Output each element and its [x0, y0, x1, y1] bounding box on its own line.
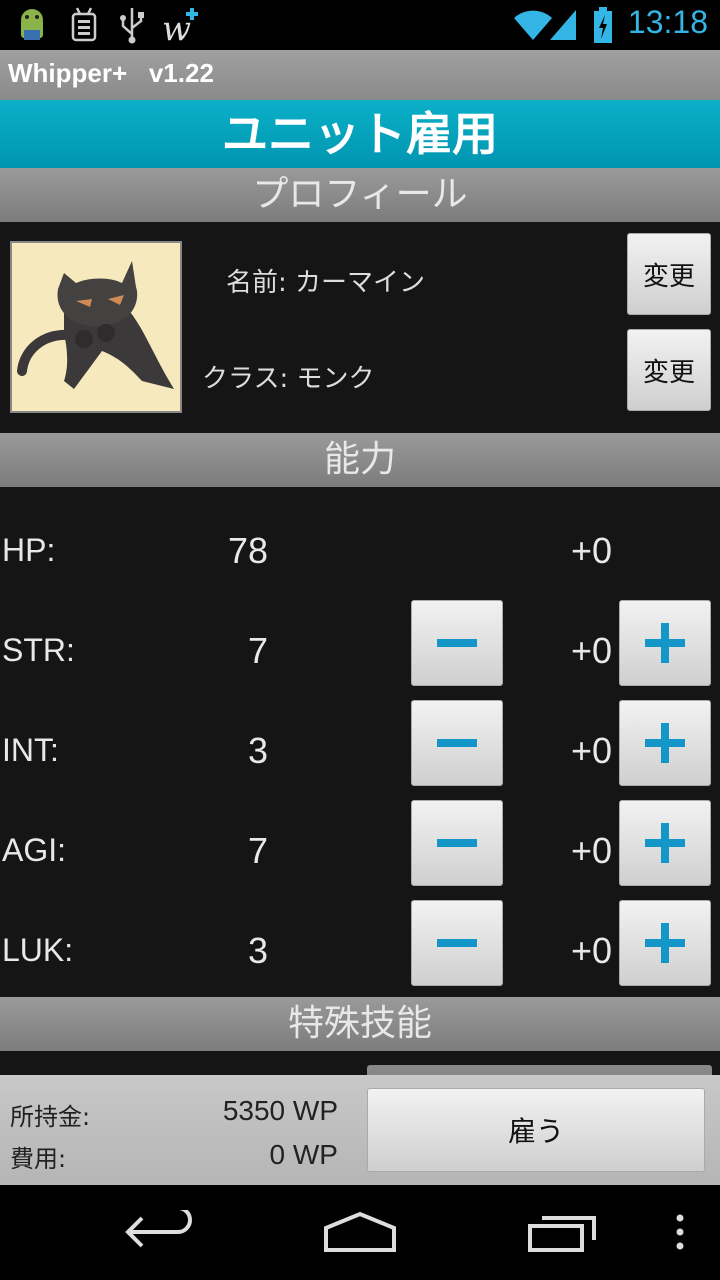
- luk-increase-button[interactable]: [619, 900, 711, 986]
- money-value: 5350 WP: [222, 1095, 338, 1126]
- change-name-button-label: 変更: [642, 261, 695, 292]
- stat-bonus-luk: +0: [570, 930, 612, 971]
- profile-section-header: プロフィール: [0, 168, 720, 222]
- minus-icon: [437, 739, 477, 747]
- stat-label-hp: HP:: [2, 532, 56, 568]
- minus-icon: [437, 839, 477, 847]
- int-increase-button[interactable]: [619, 700, 711, 786]
- debug-icon: [71, 7, 97, 42]
- clock: 13:18: [627, 4, 708, 40]
- profile-header-label: プロフィール: [252, 174, 468, 215]
- change-name-button[interactable]: 変更: [627, 233, 711, 315]
- home-icon[interactable]: [322, 1210, 398, 1254]
- stat-value-hp: 78: [227, 530, 268, 571]
- plus-icon: [645, 923, 685, 963]
- screen-title-banner: ユニット雇用: [0, 100, 720, 168]
- stat-label-luk: LUK:: [2, 932, 74, 968]
- recent-apps-icon[interactable]: [526, 1210, 598, 1254]
- str-decrease-button[interactable]: [411, 600, 503, 686]
- abilities-header-label: 能力: [323, 439, 396, 480]
- battery-charging-icon: [594, 7, 612, 43]
- app-title: Whipper+ v1.22: [8, 58, 214, 88]
- android-icon: [21, 9, 43, 40]
- int-decrease-button[interactable]: [411, 700, 503, 786]
- stat-label-str: STR:: [2, 632, 75, 668]
- change-class-button-label: 変更: [642, 357, 695, 388]
- change-class-button[interactable]: 変更: [627, 329, 711, 411]
- status-bar: w 13:18: [0, 0, 720, 50]
- plus-icon: [645, 823, 685, 863]
- unit-name-label: 名前: カーマイン: [226, 268, 426, 298]
- usb-icon: [120, 8, 144, 44]
- stat-value-agi: 7: [247, 830, 268, 871]
- unit-class-label: クラス: モンク: [202, 364, 375, 394]
- abilities-panel: [0, 487, 720, 997]
- stat-bonus-hp: +0: [570, 530, 612, 571]
- cost-value: 0 WP: [269, 1139, 338, 1170]
- minus-icon: [437, 939, 477, 947]
- stat-value-luk: 3: [247, 930, 268, 971]
- footer-bar: 所持金: 5350 WP 費用: 0 WP 雇う: [0, 1075, 720, 1185]
- luk-decrease-button[interactable]: [411, 900, 503, 986]
- skill-selector-edge[interactable]: [367, 1065, 712, 1075]
- agi-decrease-button[interactable]: [411, 800, 503, 886]
- stat-value-int: 3: [247, 730, 268, 771]
- stat-bonus-agi: +0: [570, 830, 612, 871]
- abilities-section-header: 能力: [0, 433, 720, 487]
- stat-bonus-str: +0: [570, 630, 612, 671]
- navigation-bar: [0, 1185, 720, 1280]
- stat-label-agi: AGI:: [2, 832, 67, 868]
- back-icon[interactable]: [122, 1210, 196, 1254]
- stat-label-int: INT:: [2, 732, 59, 768]
- hire-button-label: 雇う: [507, 1115, 564, 1148]
- str-increase-button[interactable]: [619, 600, 711, 686]
- plus-icon: [645, 623, 685, 663]
- money-label: 所持金:: [10, 1103, 91, 1131]
- menu-icon[interactable]: [674, 1210, 686, 1254]
- signal-icon: [550, 10, 576, 40]
- black-cat-monk-portrait: [12, 243, 180, 411]
- stat-bonus-int: +0: [570, 730, 612, 771]
- skills-panel: [0, 1051, 720, 1075]
- skills-section-header: 特殊技能: [0, 997, 720, 1051]
- cost-label: 費用:: [10, 1145, 67, 1173]
- plus-icon: [645, 723, 685, 763]
- minus-icon: [437, 639, 477, 647]
- app-title-bar: Whipper+ v1.22: [0, 50, 720, 100]
- unit-portrait: [10, 241, 182, 413]
- hire-button[interactable]: 雇う: [367, 1088, 705, 1172]
- skills-header-label: 特殊技能: [287, 1003, 432, 1044]
- stat-value-str: 7: [247, 630, 268, 671]
- whipper-icon: w: [162, 8, 198, 44]
- screen-title: ユニット雇用: [222, 107, 498, 161]
- agi-increase-button[interactable]: [619, 800, 711, 886]
